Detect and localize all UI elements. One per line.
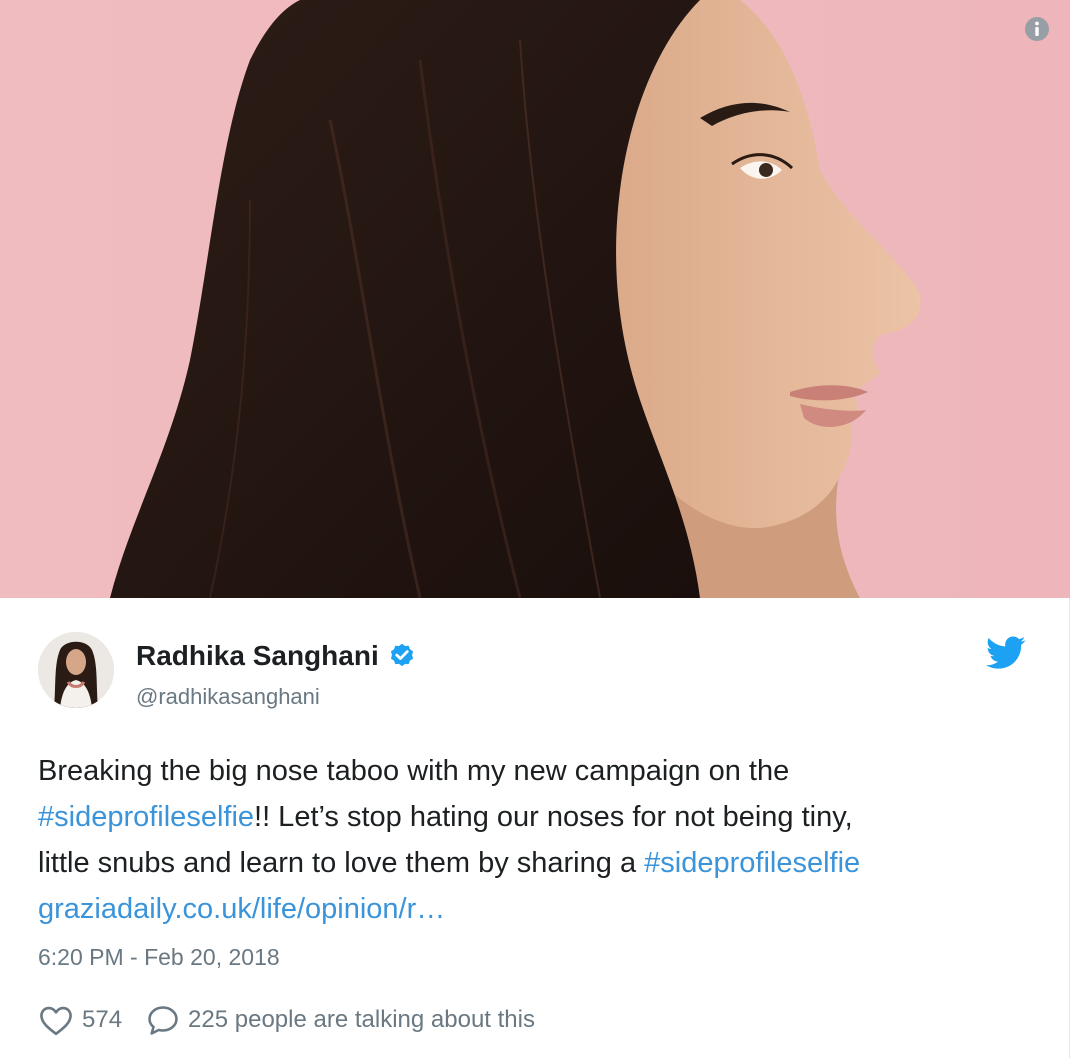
tweet-text: Breaking the big nose taboo with my new … xyxy=(38,748,1038,932)
tweet-author: Radhika Sanghani @radhikasanghani xyxy=(38,628,1038,712)
heart-icon xyxy=(40,1006,72,1036)
tweet-text-line1: Breaking the big nose taboo with my new … xyxy=(38,755,790,787)
avatar[interactable] xyxy=(38,632,114,708)
twitter-bird-icon[interactable] xyxy=(986,636,1026,670)
tweet-timestamp[interactable]: 6:20 PM - Feb 20, 2018 xyxy=(38,944,280,971)
side-profile-photo xyxy=(0,0,1070,598)
tweet-actions: 574 225 people are talking about this xyxy=(38,1004,535,1036)
tweet-photo[interactable] xyxy=(0,0,1070,598)
hashtag-link-1[interactable]: #sideprofileselfie xyxy=(38,801,254,833)
author-name[interactable]: Radhika Sanghani xyxy=(136,640,379,672)
info-icon[interactable] xyxy=(1024,16,1050,42)
like-count: 574 xyxy=(82,1006,123,1033)
article-link[interactable]: graziadaily.co.uk/life/opinion/r… xyxy=(38,893,445,925)
avatar-image xyxy=(38,632,114,708)
verified-badge-icon xyxy=(390,643,413,667)
reply-button[interactable]: 225 people are talking about this xyxy=(146,1004,535,1036)
tweet-text-line3: little snubs and learn to love them by s… xyxy=(38,847,645,879)
tweet-text-line2: !! Let’s stop hating our noses for not b… xyxy=(254,801,853,833)
like-button[interactable]: 574 xyxy=(38,1004,122,1036)
embedded-tweet-card: Radhika Sanghani @radhikasanghani Breaki… xyxy=(0,0,1070,1058)
author-name-row: Radhika Sanghani xyxy=(136,640,416,672)
hashtag-link-2[interactable]: #sideprofileselfie xyxy=(644,847,860,879)
speech-bubble-icon xyxy=(148,1006,178,1035)
author-handle[interactable]: @radhikasanghani xyxy=(136,684,320,710)
replies-text: 225 people are talking about this xyxy=(188,1006,535,1033)
